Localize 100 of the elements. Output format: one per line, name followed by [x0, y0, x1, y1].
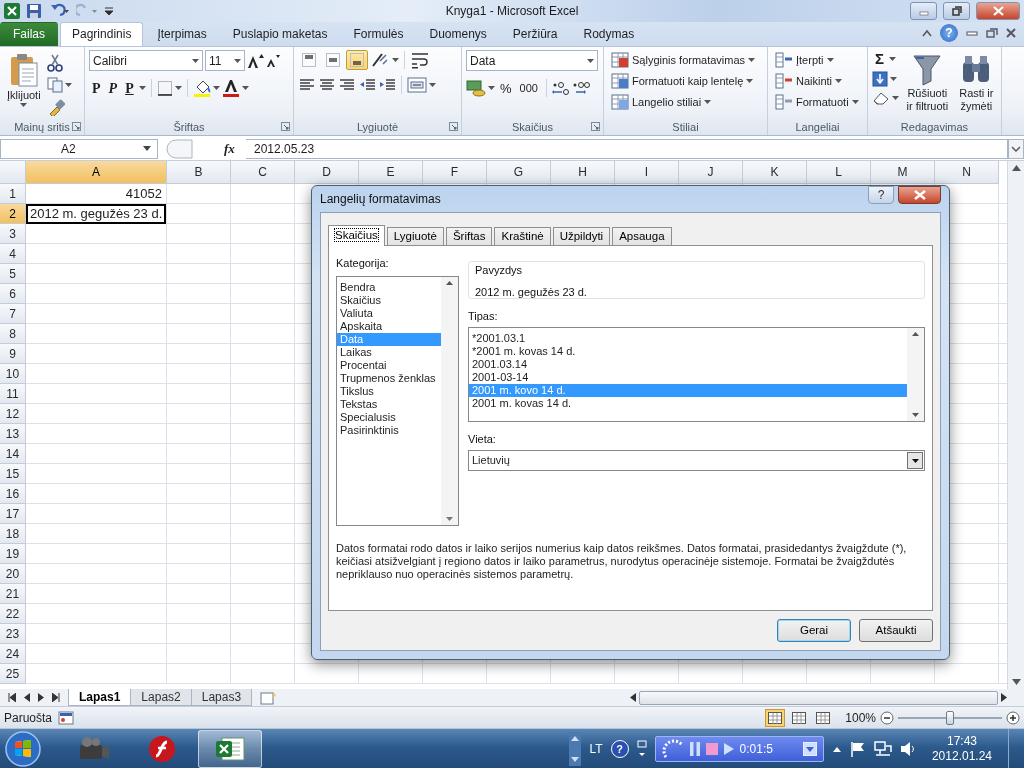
find-select-button[interactable]: Rasti ir žymėti: [955, 50, 997, 119]
row-header[interactable]: 12: [0, 404, 26, 424]
cancel-button[interactable]: Atšaukti: [859, 619, 933, 642]
paste-button[interactable]: Įklijuoti: [4, 50, 44, 119]
row-header[interactable]: 17: [0, 504, 26, 524]
autosum-button[interactable]: Σ: [872, 50, 887, 67]
conditional-formatting-button[interactable]: Sąlyginis formatavimas: [608, 50, 763, 70]
scroll-right-icon[interactable]: [1000, 693, 1008, 702]
text-orientation-icon[interactable]: [370, 51, 390, 69]
column-header[interactable]: M: [871, 161, 935, 184]
scroll-left-icon[interactable]: [629, 693, 637, 702]
taskbar-app[interactable]: [198, 730, 262, 768]
ribbon-tab[interactable]: Peržiūra: [500, 22, 570, 46]
formula-field[interactable]: 2012.05.23: [246, 138, 1008, 159]
restore-icon[interactable]: [986, 28, 998, 38]
close-button[interactable]: [976, 2, 1020, 20]
merge-cells-icon[interactable]: [407, 77, 427, 93]
tray-scroll-icon[interactable]: [569, 732, 582, 766]
number-format-field[interactable]: Data: [466, 50, 598, 71]
cut-icon[interactable]: [46, 54, 63, 72]
column-header[interactable]: E: [359, 161, 423, 184]
dialog-tab[interactable]: Kraštinė: [494, 227, 551, 245]
column-header[interactable]: B: [167, 161, 231, 184]
help-button[interactable]: ?: [610, 740, 629, 758]
row-header[interactable]: 18: [0, 524, 26, 544]
row-header[interactable]: 6: [0, 284, 26, 304]
underline-button[interactable]: P: [122, 79, 137, 97]
category-item[interactable]: Bendra: [337, 280, 441, 294]
sheet-tab[interactable]: Lapas2: [130, 689, 192, 706]
restore-button[interactable]: [943, 2, 970, 20]
row-header[interactable]: 21: [0, 584, 26, 604]
sheet-tab[interactable]: Lapas1: [68, 689, 132, 706]
network-icon[interactable]: [873, 741, 892, 757]
ribbon-tab[interactable]: Formulės: [341, 22, 416, 46]
scroll-up-icon[interactable]: [912, 332, 919, 336]
bold-button[interactable]: P: [89, 79, 104, 97]
row-header[interactable]: 23: [0, 624, 26, 644]
row-header[interactable]: 3: [0, 224, 26, 244]
dialog-tab[interactable]: Lygiuotė: [386, 227, 444, 245]
category-item[interactable]: Tekstas: [337, 397, 441, 411]
dialog-launcher-icon[interactable]: [281, 122, 290, 131]
close-icon[interactable]: [1006, 28, 1016, 38]
eraser-icon[interactable]: [872, 91, 890, 105]
dialog-launcher-icon[interactable]: [449, 122, 458, 131]
minimize-icon[interactable]: [966, 28, 978, 38]
first-sheet-icon[interactable]: [8, 693, 16, 702]
percent-button[interactable]: %: [497, 79, 515, 97]
italic-button[interactable]: P: [105, 79, 121, 97]
sort-filter-button[interactable]: Rūšiuoti ir filtruoti: [902, 50, 953, 119]
column-header[interactable]: L: [807, 161, 871, 184]
dialog-launcher-icon[interactable]: [591, 122, 600, 131]
category-item[interactable]: Tikslus: [337, 384, 441, 398]
delete-cells-button[interactable]: Naikinti: [772, 71, 863, 91]
format-type-item[interactable]: 2001-03-14: [469, 371, 907, 384]
ribbon-tab[interactable]: Pagrindinis: [60, 22, 144, 46]
dialog-launcher-icon[interactable]: [72, 122, 81, 131]
decrease-font-icon[interactable]: [266, 53, 281, 68]
wrap-text-icon[interactable]: [410, 51, 430, 69]
cell-styles-button[interactable]: Langelio stiliai: [608, 92, 763, 112]
help-button[interactable]: ?: [868, 186, 894, 204]
row-header[interactable]: 2: [0, 204, 26, 224]
language-options-icon[interactable]: [636, 739, 647, 759]
column-header[interactable]: I: [615, 161, 679, 184]
increase-font-icon[interactable]: [247, 52, 264, 69]
last-sheet-icon[interactable]: [52, 693, 60, 702]
scroll-down-icon[interactable]: [1011, 679, 1021, 685]
thousands-button[interactable]: 000: [516, 79, 541, 97]
sheet-tab[interactable]: Lapas3: [190, 689, 253, 706]
row-header[interactable]: 1: [0, 184, 26, 204]
language-indicator[interactable]: LT: [589, 740, 603, 758]
ribbon-tab[interactable]: Duomenys: [417, 22, 499, 46]
flag-icon[interactable]: [849, 741, 866, 757]
category-item[interactable]: Trupmenos ženklas: [337, 371, 441, 385]
category-item[interactable]: Procentai: [337, 358, 441, 372]
format-type-item[interactable]: *2001 m. kovas 14 d.: [469, 345, 907, 358]
insert-function-button[interactable]: fx: [224, 138, 235, 159]
category-item[interactable]: Laikas: [337, 345, 441, 359]
format-type-item[interactable]: 2001 m. kovas 14 d.: [469, 397, 907, 410]
excel-logo-icon[interactable]: [4, 3, 20, 19]
column-header[interactable]: N: [935, 161, 999, 184]
row-header[interactable]: 14: [0, 444, 26, 464]
font-size-field[interactable]: 11: [205, 50, 245, 71]
scroll-up-icon[interactable]: [1011, 165, 1021, 171]
column-header[interactable]: H: [551, 161, 615, 184]
category-item[interactable]: Valiuta: [337, 306, 441, 320]
ribbon-tab[interactable]: Rodymas: [571, 22, 647, 46]
row-header[interactable]: 16: [0, 484, 26, 504]
row-header[interactable]: 5: [0, 264, 26, 284]
zoom-slider-thumb[interactable]: [946, 710, 954, 725]
ribbon-tab[interactable]: Įterpimas: [145, 22, 219, 46]
decrease-decimal-icon[interactable]: [571, 80, 590, 96]
ribbon-tab[interactable]: Failas: [0, 22, 58, 46]
increase-decimal-icon[interactable]: [551, 80, 570, 96]
column-header[interactable]: C: [231, 161, 295, 184]
name-box[interactable]: A2: [0, 138, 158, 159]
copy-icon[interactable]: [46, 77, 63, 93]
category-item[interactable]: Skaičius: [337, 293, 441, 307]
category-item[interactable]: Pasirinktinis: [337, 423, 441, 437]
zoom-level[interactable]: 100%: [845, 710, 876, 725]
scroll-down-icon[interactable]: [912, 413, 919, 417]
